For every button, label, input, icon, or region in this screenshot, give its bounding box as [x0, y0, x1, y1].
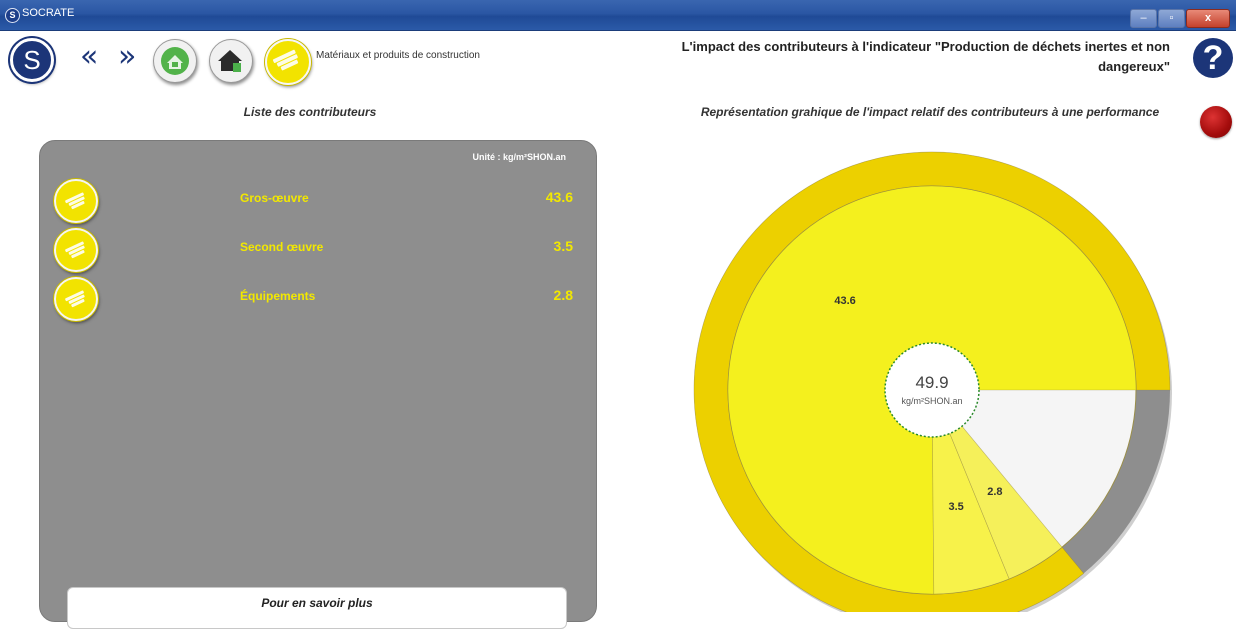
app-logo-icon: S — [5, 8, 20, 23]
status-indicator[interactable] — [1200, 106, 1232, 138]
house-icon — [218, 50, 242, 72]
breadcrumb: Matériaux et produits de construction — [316, 50, 480, 61]
bricks-icon[interactable] — [54, 277, 98, 321]
materials-button[interactable] — [265, 39, 311, 85]
bricks-icon — [272, 49, 299, 71]
back-button[interactable]: « — [80, 40, 98, 74]
contributor-value: 43.6 — [545, 189, 573, 205]
contributors-list-title: Liste des contributeurs — [243, 105, 377, 119]
chart-section-title: Représentation grahique de l'impact rela… — [700, 105, 1160, 119]
bricks-icon[interactable] — [54, 179, 98, 223]
contributor-name: Équipements — [240, 289, 316, 303]
building-button[interactable] — [209, 39, 253, 83]
forward-button[interactable]: » — [118, 40, 136, 74]
list-item[interactable]: Second œuvre 3.5 — [40, 228, 596, 272]
center-unit: kg/m²SHON.an — [901, 396, 962, 406]
minimize-button[interactable]: – — [1130, 9, 1157, 28]
contributors-panel: Unité : kg/m²SHON.an Gros-œuvre 43.6 Sec… — [39, 140, 597, 629]
bricks-icon[interactable] — [54, 228, 98, 272]
contributor-value: 3.5 — [553, 238, 573, 254]
slice-label: 2.8 — [987, 486, 1002, 498]
maximize-button[interactable]: ▫ — [1158, 9, 1185, 28]
globe-house-button[interactable] — [153, 39, 197, 83]
list-item[interactable]: Gros-œuvre 43.6 — [40, 179, 596, 223]
page-title: L'impact des contributeurs à l'indicateu… — [681, 39, 1170, 74]
window-titlebar: S SOCRATE – ▫ x — [0, 0, 1236, 31]
contributor-name: Second œuvre — [240, 240, 324, 254]
slice-label: 43.6 — [834, 295, 855, 307]
globe-house-icon — [161, 47, 189, 75]
unit-label: Unité : kg/m²SHON.an — [472, 152, 566, 162]
close-button[interactable]: x — [1186, 9, 1230, 28]
center-value: 49.9 — [915, 373, 948, 392]
contributor-value: 2.8 — [553, 287, 573, 303]
slice-label: 3.5 — [948, 501, 963, 513]
learn-more-button[interactable]: Pour en savoir plus — [67, 587, 567, 629]
socrate-logo[interactable]: S — [10, 38, 54, 82]
help-button[interactable]: ? — [1193, 38, 1233, 78]
window-title: SOCRATE — [22, 7, 75, 19]
contributor-name: Gros-œuvre — [240, 191, 309, 205]
impact-pie-chart: 43.6 3.5 2.8 49.9 kg/m²SHON.an — [693, 151, 1172, 612]
list-item[interactable]: Équipements 2.8 — [40, 277, 596, 321]
window-controls: – ▫ x — [1129, 9, 1230, 28]
